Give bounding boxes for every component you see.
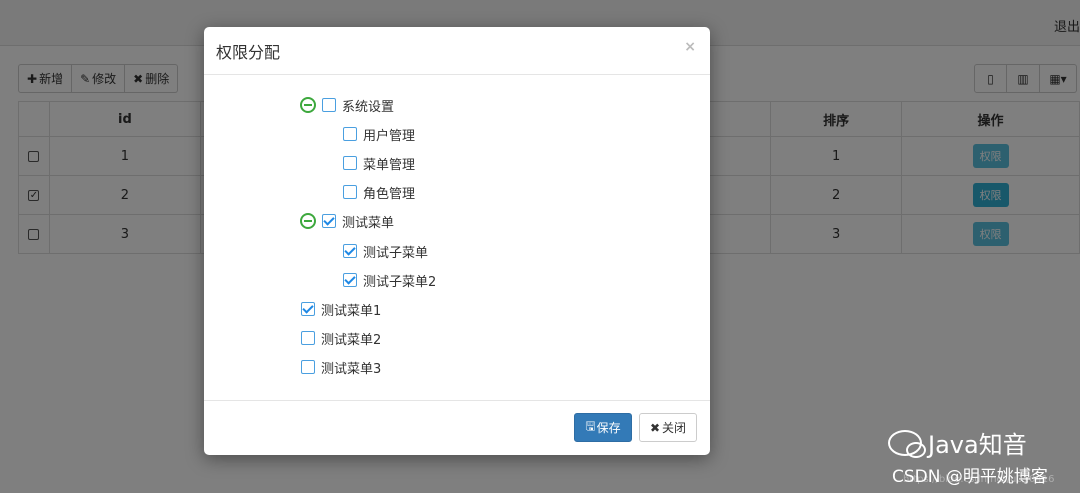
tree-node-user-management[interactable]: 用户管理 (343, 124, 415, 144)
tree-checkbox[interactable] (322, 98, 336, 112)
modal-title: 权限分配 (216, 43, 281, 62)
save-button[interactable]: 🖫 保存 (574, 413, 632, 442)
close-button-label: 关闭 (662, 421, 687, 435)
tree-node-label: 测试菜单1 (321, 303, 382, 319)
collapse-icon[interactable] (300, 213, 316, 229)
close-icon[interactable]: × (684, 39, 696, 55)
modal-header: 权限分配 × (204, 27, 710, 75)
tree-node-label: 测试菜单3 (321, 361, 382, 377)
tree-checkbox[interactable] (322, 214, 336, 228)
tree-checkbox[interactable] (343, 185, 357, 199)
tree-checkbox[interactable] (343, 273, 357, 287)
tree-node-label: 测试菜单 (342, 215, 395, 231)
watermark-csdn: CSDN @明平姚博客 (892, 467, 1048, 487)
tree-node-label: 角色管理 (363, 186, 416, 202)
tree-checkbox[interactable] (343, 244, 357, 258)
save-button-label: 保存 (596, 421, 621, 435)
x-icon: ✖ (649, 420, 661, 435)
tree-node-label: 用户管理 (363, 128, 416, 144)
tree-node-menu-management[interactable]: 菜单管理 (343, 153, 415, 173)
wechat-icon (888, 429, 926, 458)
tree-node-test-menu-2[interactable]: 测试菜单2 (301, 328, 381, 348)
tree-node-label: 系统设置 (342, 99, 395, 115)
tree-node-test-submenu[interactable]: 测试子菜单 (343, 241, 428, 261)
tree-node-test-menu-1[interactable]: 测试菜单1 (301, 299, 381, 319)
wechat-watermark: Java知音 (888, 425, 1027, 460)
tree-node-system-settings[interactable]: 系统设置 (300, 95, 394, 115)
tree-checkbox[interactable] (301, 331, 315, 345)
tree-checkbox[interactable] (343, 127, 357, 141)
collapse-icon[interactable] (300, 97, 316, 113)
tree-node-label: 菜单管理 (363, 157, 416, 173)
tree-node-label: 测试菜单2 (321, 332, 382, 348)
modal-footer: 🖫 保存 ✖ 关闭 (204, 400, 710, 455)
tree-node-label: 测试子菜单 (363, 245, 429, 261)
tree-node-role-management[interactable]: 角色管理 (343, 182, 415, 202)
tree-node-label: 测试子菜单2 (363, 274, 437, 290)
tree-checkbox[interactable] (301, 302, 315, 316)
permission-modal: 权限分配 × 系统设置 用户管理 菜单管理 角色管理 测试菜单 测试子菜单 测试… (204, 27, 710, 455)
tree-node-test-menu-3[interactable]: 测试菜单3 (301, 357, 381, 377)
floppy-disk-icon: 🖫 (585, 419, 596, 433)
tree-checkbox[interactable] (301, 360, 315, 374)
permission-tree: 系统设置 用户管理 菜单管理 角色管理 测试菜单 测试子菜单 测试子菜单2 测试… (204, 75, 710, 400)
tree-node-test-submenu-2[interactable]: 测试子菜单2 (343, 270, 436, 290)
watermark-brand: Java知音 (928, 431, 1027, 459)
close-button[interactable]: ✖ 关闭 (639, 413, 697, 442)
tree-checkbox[interactable] (343, 156, 357, 170)
tree-node-test-menu[interactable]: 测试菜单 (300, 211, 394, 231)
